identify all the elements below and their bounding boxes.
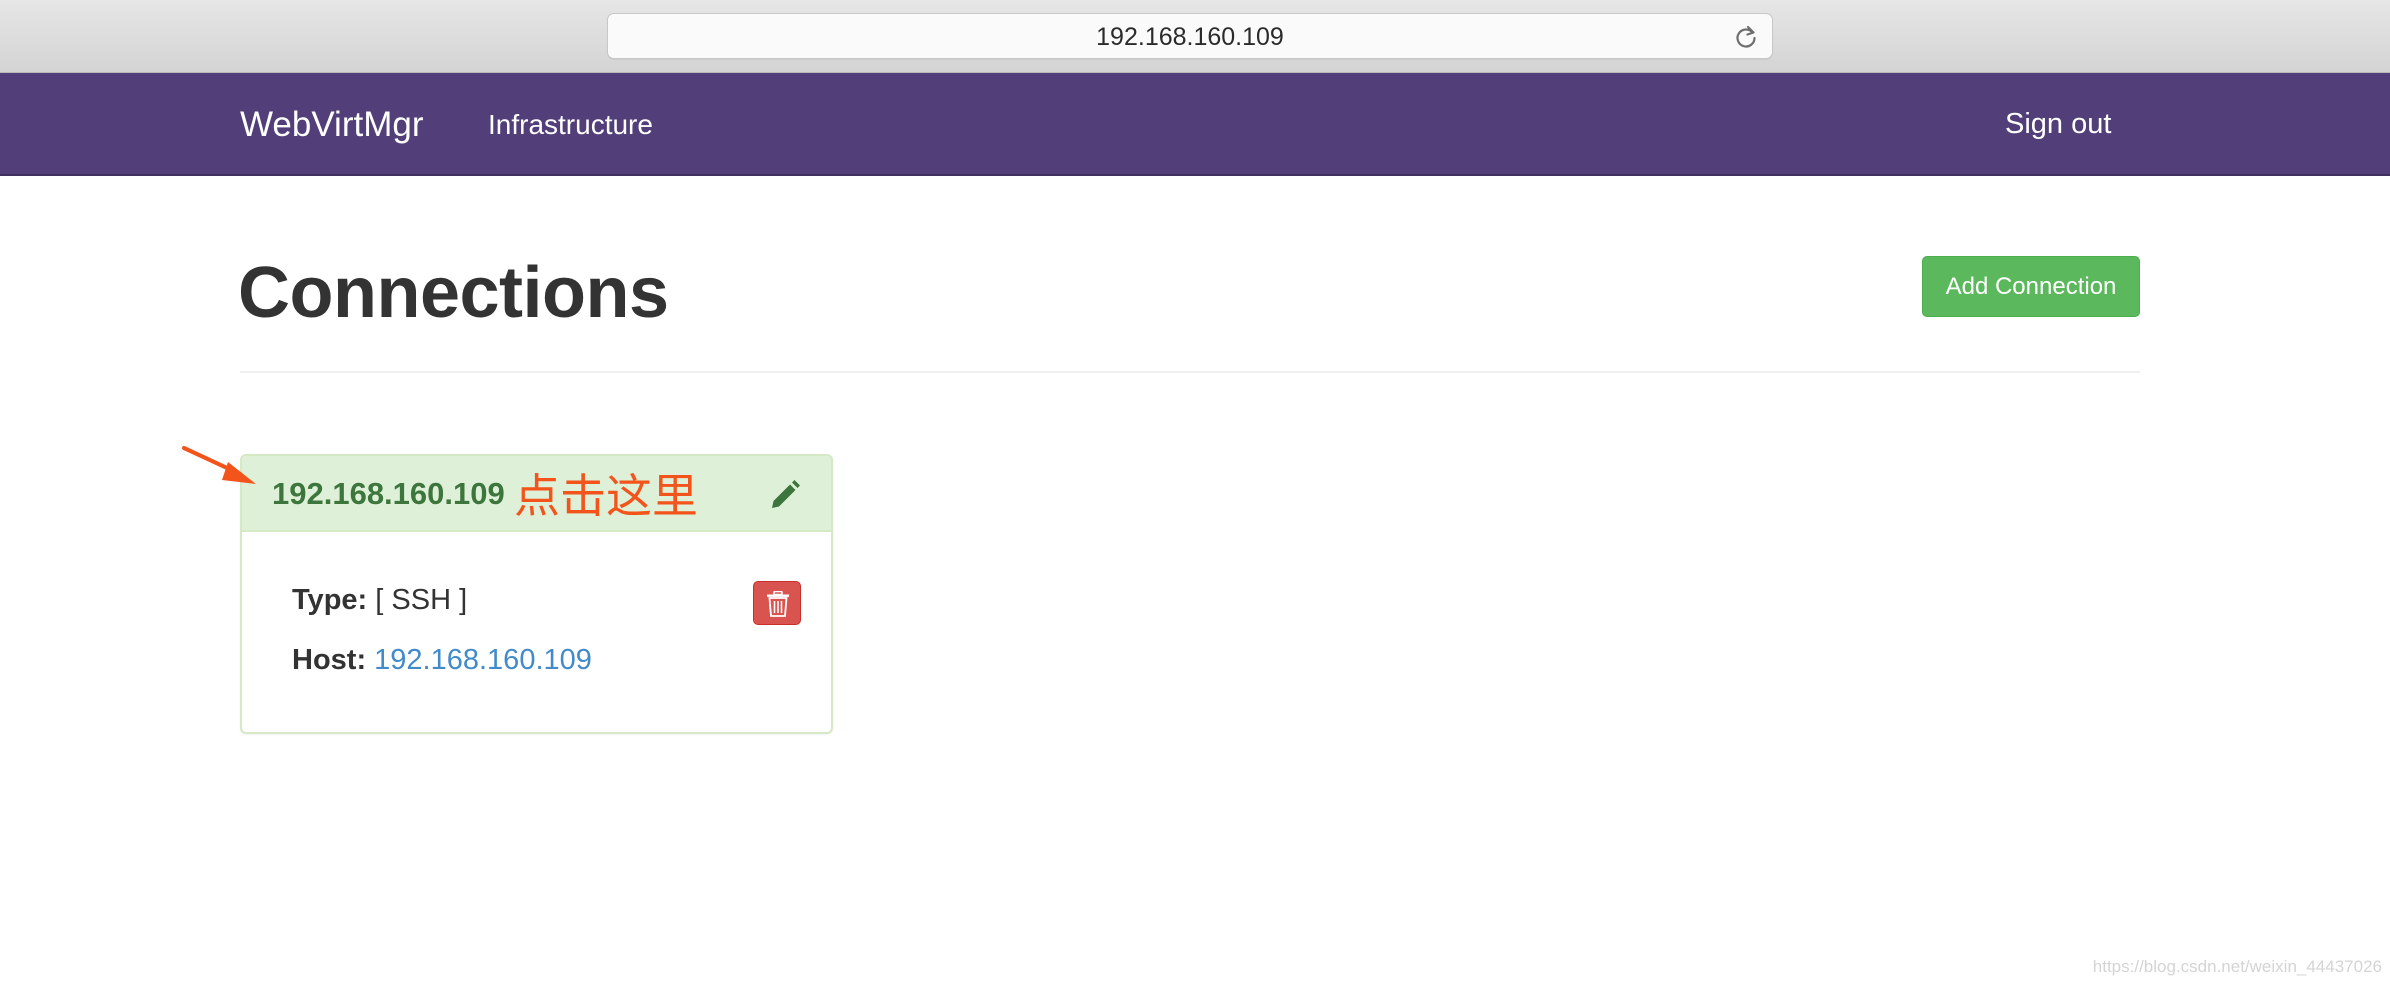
add-connection-button[interactable]: Add Connection — [1922, 256, 2140, 317]
sign-out-link[interactable]: Sign out — [2005, 73, 2111, 176]
annotation-text: 点击这里 — [514, 469, 698, 523]
arrow-icon — [182, 446, 256, 484]
pencil-icon[interactable] — [768, 478, 802, 512]
brand-link[interactable]: WebVirtMgr — [240, 73, 423, 176]
address-text[interactable]: 192.168.160.109 — [608, 14, 1772, 60]
connection-panel-heading[interactable]: 192.168.160.109 点击这里 — [242, 456, 831, 532]
watermark: https://blog.csdn.net/weixin_44437026 — [2092, 957, 2382, 976]
top-navbar: WebVirtMgr Infrastructure Sign out — [0, 73, 2390, 176]
address-bar[interactable]: 192.168.160.109 — [607, 13, 1773, 59]
connection-host-row: Host: 192.168.160.109 — [292, 644, 592, 677]
host-label: Host: — [292, 644, 367, 676]
connection-title-link[interactable]: 192.168.160.109 — [272, 456, 505, 532]
trash-icon — [767, 591, 789, 617]
nav-infrastructure[interactable]: Infrastructure — [488, 73, 653, 176]
host-link[interactable]: 192.168.160.109 — [374, 644, 592, 676]
reload-icon[interactable] — [1732, 23, 1760, 51]
type-label: Type: — [292, 584, 368, 616]
browser-toolbar: 192.168.160.109 — [0, 0, 2390, 73]
header-divider — [240, 371, 2140, 373]
page-title: Connections — [238, 253, 669, 333]
connection-type-row: Type: [ SSH ] — [292, 584, 467, 617]
type-value: [ SSH ] — [375, 584, 468, 616]
delete-connection-button[interactable] — [753, 581, 801, 625]
